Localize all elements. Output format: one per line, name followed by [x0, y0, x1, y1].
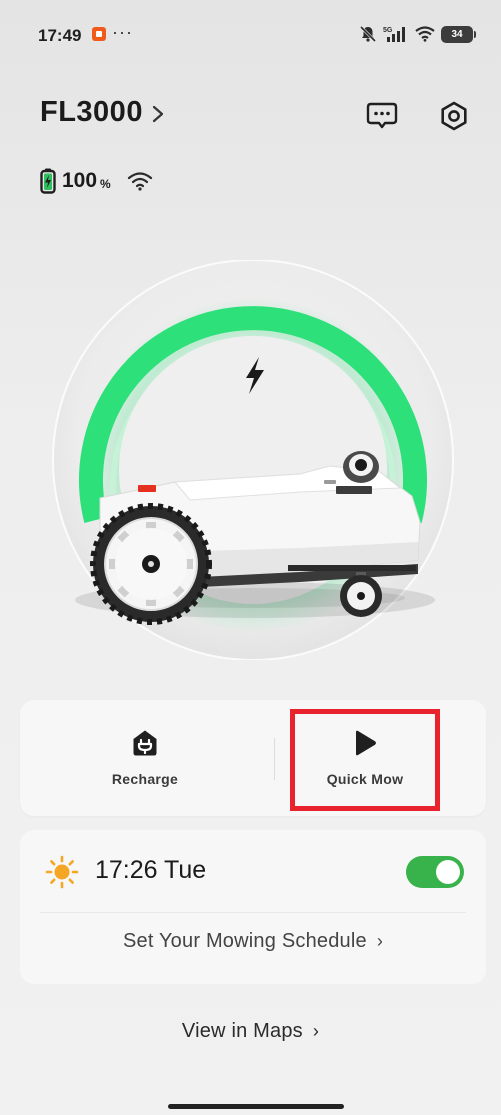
status-icons: 5G 34 — [359, 22, 476, 46]
battery-charging-icon — [40, 168, 56, 194]
recharge-home-icon — [133, 730, 157, 756]
set-schedule-link[interactable]: Set Your Mowing Schedule › — [20, 930, 486, 953]
recharge-label: Recharge — [111, 771, 179, 787]
message-icon — [366, 102, 398, 129]
battery-percent: 100 — [62, 169, 98, 192]
svg-text:5G: 5G — [383, 27, 393, 34]
mower-hero — [0, 259, 501, 661]
status-overflow: ··· — [112, 22, 133, 42]
charging-gauge — [52, 259, 454, 661]
set-schedule-label: Set Your Mowing Schedule — [122, 930, 367, 952]
view-in-maps-label: View in Maps — [181, 1020, 303, 1042]
device-status-row: 100 % — [40, 168, 153, 194]
actions-divider — [274, 738, 275, 780]
schedule-toggle[interactable] — [406, 856, 464, 888]
chevron-right-icon: › — [312, 1021, 320, 1041]
chevron-right-icon — [152, 105, 164, 122]
quick-mow-highlight — [290, 709, 440, 811]
view-in-maps-link[interactable]: View in Maps › — [0, 1020, 501, 1043]
schedule-card: 17:26 Tue Set Your Mowing Schedule › — [20, 830, 486, 984]
schedule-divider — [40, 912, 466, 913]
bell-muted-icon — [359, 25, 377, 43]
chevron-right-icon: › — [376, 931, 384, 951]
wifi-icon — [127, 172, 152, 191]
battery-unit: % — [100, 177, 111, 191]
sun-icon — [45, 855, 79, 889]
device-selector[interactable]: FL3000 — [40, 96, 165, 129]
recharge-button[interactable]: Recharge — [80, 700, 210, 816]
settings-icon — [441, 101, 467, 131]
status-battery-icon: 34 — [441, 25, 476, 43]
toggle-knob — [436, 860, 460, 884]
cellular-signal-icon: 5G — [383, 27, 405, 42]
schedule-row: 17:26 Tue — [20, 830, 486, 910]
home-indicator[interactable] — [168, 1104, 344, 1109]
device-name: FL3000 — [40, 96, 143, 128]
status-bar: 17:49 ··· 5G 34 — [0, 0, 501, 70]
schedule-time: 17:26 Tue — [95, 856, 207, 884]
settings-button[interactable] — [434, 96, 474, 136]
messages-button[interactable] — [362, 96, 402, 136]
status-time: 17:49 — [38, 26, 82, 45]
wifi-status-icon — [415, 26, 435, 42]
app-notification-icon — [92, 27, 106, 41]
